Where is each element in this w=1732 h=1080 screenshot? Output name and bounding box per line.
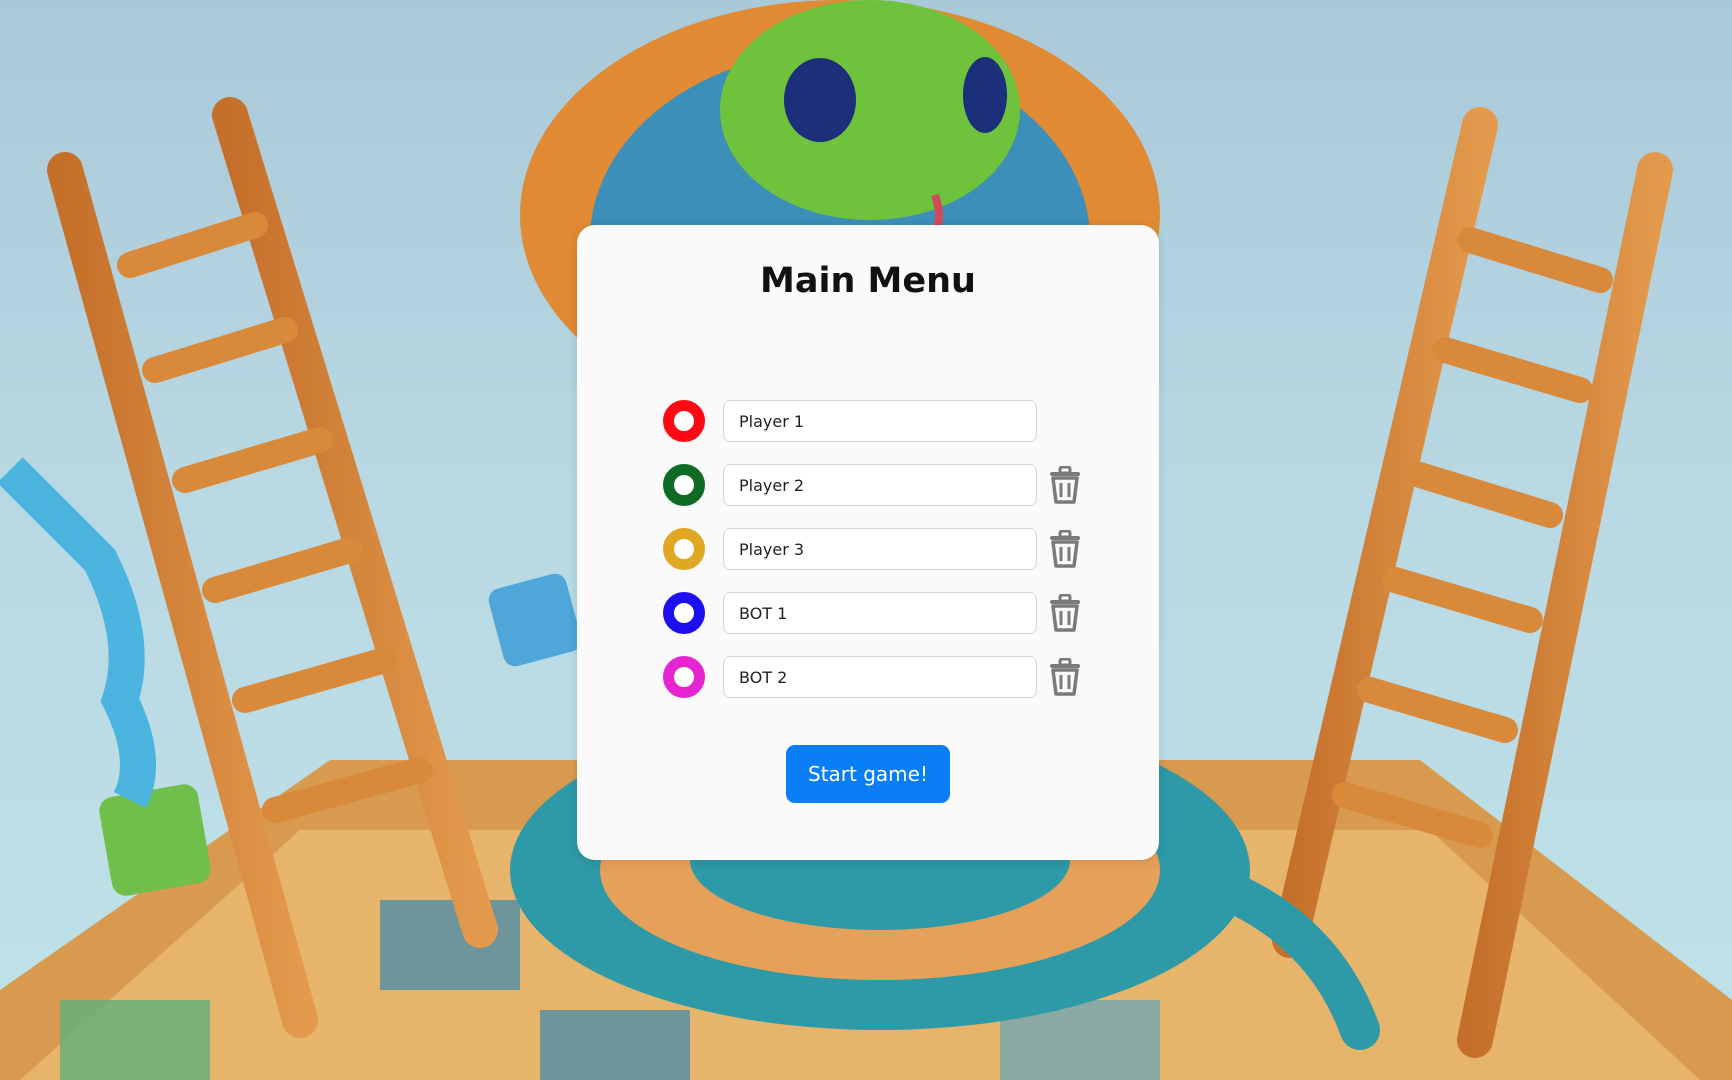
start-game-button[interactable]: Start game!	[786, 745, 950, 803]
player-color-ring[interactable]	[663, 464, 705, 506]
menu-title: Main Menu	[760, 261, 976, 301]
delete-player-button[interactable]	[1047, 594, 1083, 632]
blue-ribbon	[0, 457, 156, 809]
player-color-ring[interactable]	[663, 528, 705, 570]
player-color-ring[interactable]	[663, 656, 705, 698]
player-row-4	[663, 592, 1093, 634]
player-row-2	[663, 464, 1093, 506]
player-name-input[interactable]	[723, 464, 1037, 506]
main-menu-panel: Main Menu Player 1 Player 2 Player 3 BOT…	[577, 225, 1159, 860]
player-name-input[interactable]	[723, 592, 1037, 634]
player-name-input[interactable]	[723, 528, 1037, 570]
delete-player-button[interactable]	[1047, 530, 1083, 568]
player-name-input[interactable]	[723, 400, 1037, 442]
trash-icon	[1050, 594, 1080, 632]
player-row-3	[663, 528, 1093, 570]
delete-player-button[interactable]	[1047, 466, 1083, 504]
player-row-5	[663, 656, 1093, 698]
player-color-ring[interactable]	[663, 400, 705, 442]
player-color-ring[interactable]	[663, 592, 705, 634]
delete-player-button[interactable]	[1047, 658, 1083, 696]
trash-icon	[1050, 530, 1080, 568]
trash-icon	[1050, 466, 1080, 504]
trash-icon	[1050, 658, 1080, 696]
player-name-input[interactable]	[723, 656, 1037, 698]
player-row-1	[663, 400, 1093, 442]
